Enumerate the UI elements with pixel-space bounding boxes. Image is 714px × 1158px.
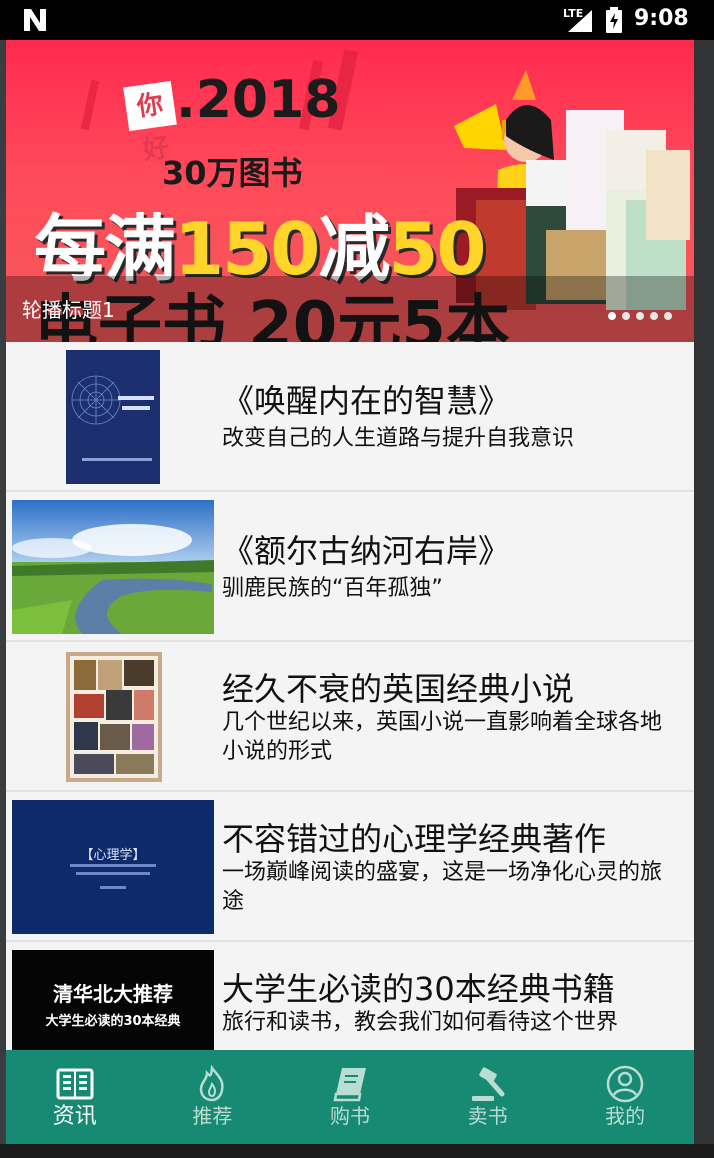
psychology-card-label: 【心理学】 — [80, 848, 146, 863]
list-item-thumbnail — [12, 500, 214, 634]
nav-tab-label: 推荐 — [192, 1104, 233, 1128]
book-collage-image — [12, 650, 214, 784]
list-item-thumbnail: 【心理学】 — [12, 800, 214, 934]
list-item-title: 《额尔古纳河右岸》 — [222, 532, 511, 570]
list-item[interactable]: 《额尔古纳河右岸》 驯鹿民族的“百年孤独” — [6, 492, 694, 642]
clock: 9:08 — [634, 6, 689, 31]
book-icon — [333, 1068, 366, 1102]
list-item-title: 《唤醒内在的智慧》 — [222, 382, 511, 420]
list-item-thumbnail — [12, 350, 214, 484]
thumb-title: 清华北大推荐 — [53, 982, 173, 1006]
list-item-title: 大学生必读的30本经典书籍 — [222, 970, 615, 1008]
system-nav-bar — [0, 1144, 714, 1158]
battery-charging-icon — [606, 7, 622, 33]
notification-n-icon — [24, 9, 46, 31]
list-item[interactable]: 【心理学】 不容错过的心理学经典著作 一场巅峰阅读的盛宴，这是一场净化心灵的旅途 — [6, 792, 694, 942]
nav-tab-label: 资讯 — [52, 1104, 97, 1129]
nav-tab-buy[interactable]: 购书 — [281, 1050, 419, 1144]
carousel-dot[interactable] — [636, 312, 644, 320]
list-item-title: 不容错过的心理学经典著作 — [222, 820, 607, 858]
banner-year: .2018 — [176, 70, 341, 130]
thumb-subtitle: 大学生必读的30本经典 — [45, 1014, 181, 1029]
app-screen: 你好 .2018 30万图书 每满150减50 电子书 20元5本 轮播标题1 — [6, 40, 694, 1144]
nav-tab-news[interactable]: 资讯 — [6, 1050, 144, 1144]
nav-tab-label: 卖书 — [467, 1104, 508, 1128]
status-bar: LTE 9:08 — [0, 0, 714, 40]
banner-subtitle: 30万图书 — [162, 154, 303, 192]
signal-icon — [568, 10, 592, 32]
carousel-dot[interactable] — [622, 312, 630, 320]
user-icon — [606, 1065, 644, 1103]
hello-badge: 你好 — [123, 80, 177, 166]
river-landscape-image — [12, 500, 214, 634]
thumb-text-line — [70, 864, 156, 867]
thumb-text-line — [100, 886, 126, 889]
list-item-desc: 旅行和读书，教会我们如何看待这个世界 — [222, 1010, 619, 1035]
thumb-text-line — [76, 872, 150, 875]
list-item-desc: 驯鹿民族的“百年孤独” — [222, 576, 443, 601]
list-item-desc: 一场巅峰阅读的盛宴，这是一场净化心灵的旅途 — [222, 860, 663, 914]
banner-carousel[interactable]: 你好 .2018 30万图书 每满150减50 电子书 20元5本 轮播标题1 — [6, 40, 694, 342]
list-item-desc: 几个世纪以来，英国小说一直影响着全球各地小说的形式 — [222, 710, 663, 764]
nav-tab-me[interactable]: 我的 — [556, 1050, 694, 1144]
list-item-desc: 改变自己的人生道路与提升自我意识 — [222, 426, 575, 451]
nav-tab-label: 购书 — [329, 1104, 370, 1128]
flame-icon — [200, 1064, 225, 1102]
list-item-thumbnail — [12, 650, 214, 784]
carousel-dot[interactable] — [650, 312, 658, 320]
list-item[interactable]: 《唤醒内在的智慧》 改变自己的人生道路与提升自我意识 — [6, 342, 694, 492]
gavel-icon — [471, 1067, 505, 1101]
carousel-dot[interactable] — [608, 312, 616, 320]
nav-tab-sell[interactable]: 卖书 — [419, 1050, 557, 1144]
nav-tab-label: 我的 — [605, 1104, 646, 1128]
carousel-indicator[interactable] — [608, 305, 678, 324]
background-window-right — [694, 40, 714, 1144]
banner-caption: 轮播标题1 — [22, 298, 115, 322]
bottom-navigation: 资讯 推荐 购书 卖书 我的 — [6, 1050, 694, 1144]
book-cover-image — [12, 350, 214, 484]
carousel-dot[interactable] — [664, 312, 672, 320]
list-item-title: 经久不衰的英国经典小说 — [222, 670, 575, 708]
article-list: 《唤醒内在的智慧》 改变自己的人生道路与提升自我意识 《额尔古纳河右岸》 驯鹿民… — [6, 342, 694, 1092]
nav-tab-recommend[interactable]: 推荐 — [144, 1050, 282, 1144]
list-item[interactable]: 经久不衰的英国经典小说 几个世纪以来，英国小说一直影响着全球各地小说的形式 — [6, 642, 694, 792]
